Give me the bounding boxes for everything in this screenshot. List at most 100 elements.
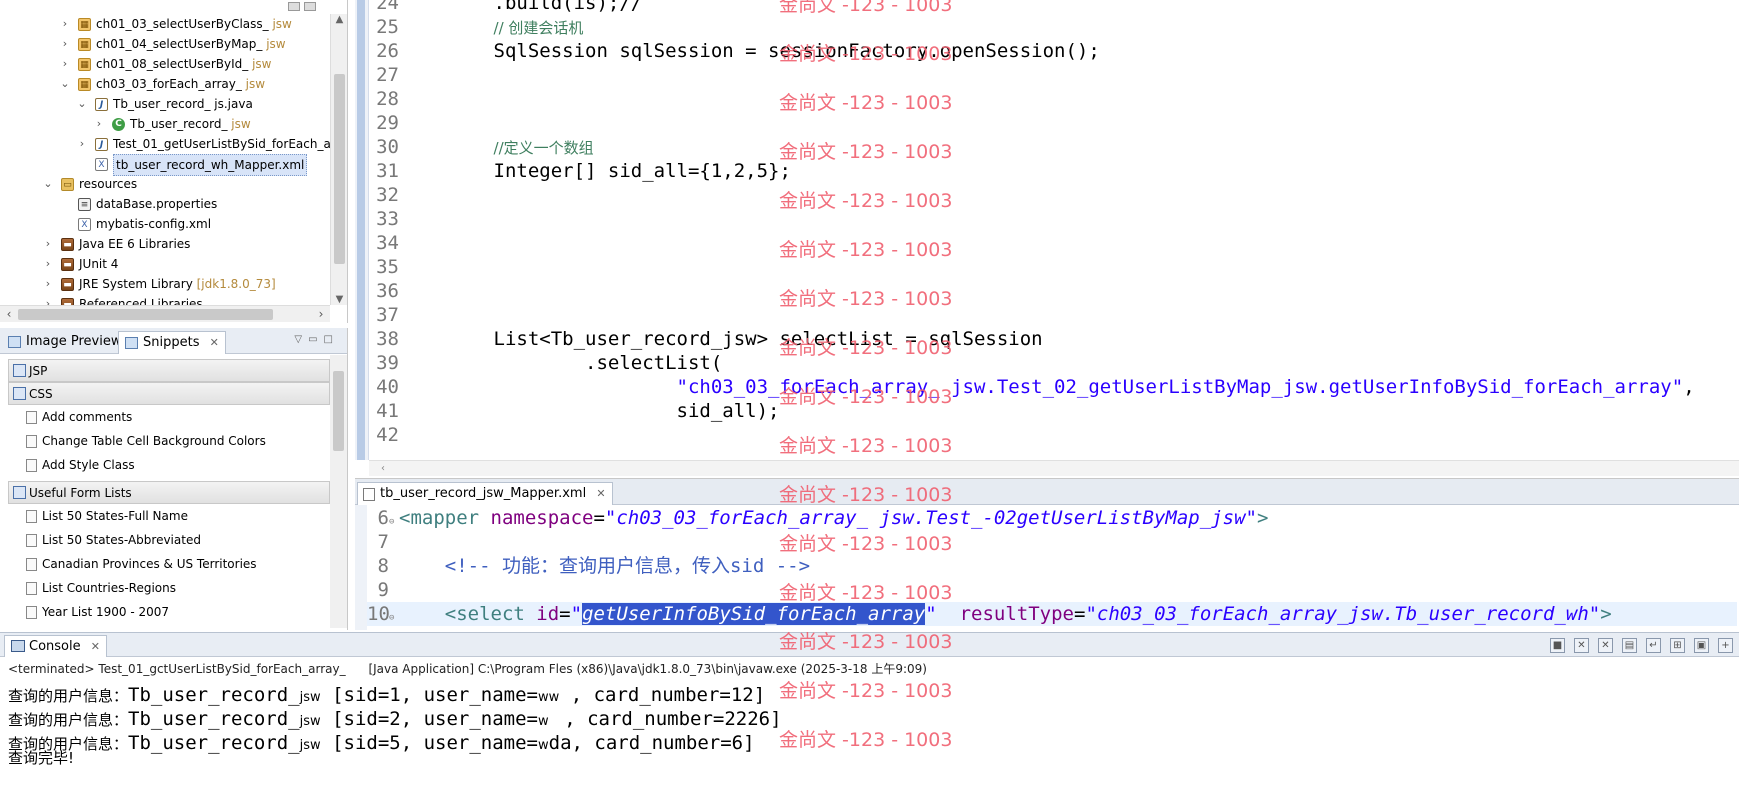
tree-item[interactable]: ⌄ ▭ resources (0, 174, 330, 194)
open-console-icon[interactable]: + (1718, 638, 1733, 653)
scroll-up-icon[interactable]: ▲ (331, 14, 347, 25)
collapsed-arrow-icon[interactable]: › (42, 274, 54, 294)
link-editor-icon[interactable] (304, 2, 316, 11)
code-line[interactable]: 40 "ch03_03_forEach_array_ jsw.Test_02_g… (369, 375, 1695, 399)
collapsed-arrow-icon[interactable]: › (59, 14, 71, 34)
drawer-jsp[interactable]: JSP (8, 359, 330, 382)
scroll-left-icon[interactable]: ‹ (2, 306, 16, 323)
tree-item[interactable]: ⌄ J Tb_user_record_ js.java (0, 94, 330, 114)
snippet-item[interactable]: Add Style Class (26, 454, 135, 477)
view-menu-icon[interactable]: ▽ (294, 334, 308, 345)
code-line[interactable]: 24 .build(is);// (369, 0, 642, 15)
minimize-icon[interactable]: ▭ (308, 334, 323, 345)
code-line[interactable]: 30 //定义一个数组 (369, 135, 594, 159)
xml-line-8[interactable]: 8 <!-- 功能：查询用户信息，传入sid --> (367, 554, 810, 578)
code-line[interactable]: 36 (369, 279, 402, 303)
scroll-right-icon[interactable]: › (314, 306, 328, 323)
code-line[interactable]: 42 (369, 423, 402, 447)
scroll-down-icon[interactable]: ▼ (331, 294, 347, 305)
drawer-useful-form-lists[interactable]: Useful Form Lists (8, 481, 330, 504)
xml-editor[interactable]: tb_user_record_jsw_Mapper.xml ✕ 6⊖ <mappe… (355, 478, 1739, 630)
close-icon[interactable]: ✕ (596, 487, 605, 500)
close-icon[interactable]: ✕ (91, 640, 100, 653)
tree-horizontal-scrollbar[interactable]: ‹ › (0, 305, 330, 322)
drawer-css[interactable]: CSS (8, 382, 330, 405)
tree-item[interactable]: ≡ dataBase.properties (0, 194, 330, 214)
snippet-item[interactable]: List 50 States-Full Name (26, 505, 188, 528)
snippet-item[interactable]: Canadian Provinces & US Territories (26, 553, 257, 576)
snippets-scrollbar[interactable] (330, 355, 347, 628)
collapsed-arrow-icon[interactable]: › (42, 234, 54, 254)
collapsed-arrow-icon[interactable]: › (76, 134, 88, 154)
drawer-label: JSP (29, 364, 48, 378)
collapse-all-icon[interactable] (288, 2, 300, 11)
tree-item[interactable]: › C Tb_user_record_ jsw (0, 114, 330, 134)
tree-item[interactable]: › ▬ JUnit 4 (0, 254, 330, 274)
code-line[interactable]: 34 (369, 231, 402, 255)
xml-line-7[interactable]: 7 (367, 530, 389, 554)
tree-item[interactable]: Xmybatis-config.xml (0, 214, 330, 234)
tree-vertical-scrollbar[interactable]: ▲ ▼ (330, 14, 347, 305)
xml-line-9[interactable]: 9 (367, 578, 389, 602)
tree-item[interactable]: ⌄ ▦ ch03_03_forEach_array_ jsw (0, 74, 330, 94)
display-console-icon[interactable]: ▣ (1694, 638, 1709, 653)
code-line[interactable]: 32 (369, 183, 402, 207)
tab-mapper-xml[interactable]: tb_user_record_jsw_Mapper.xml ✕ (357, 482, 613, 505)
close-icon[interactable]: ✕ (210, 336, 219, 349)
terminate-icon[interactable]: ■ (1550, 638, 1565, 653)
code-line[interactable]: 27 (369, 63, 402, 87)
remove-launch-icon[interactable]: ✕ (1574, 638, 1589, 653)
remove-all-icon[interactable]: ✕ (1598, 638, 1613, 653)
expanded-arrow-icon[interactable]: ⌄ (59, 74, 71, 94)
snippet-item[interactable]: List 50 States-Abbreviated (26, 529, 201, 552)
tab-console[interactable]: Console ✕ (4, 635, 107, 657)
snippet-item[interactable]: Change Table Cell Background Colors (26, 430, 266, 453)
code-line[interactable]: 39 .selectList( (369, 351, 722, 375)
tree-item[interactable]: › ▦ ch01_03_selectUserByClass_ jsw (0, 14, 330, 34)
pin-console-icon[interactable]: ⊞ (1670, 638, 1685, 653)
tree-item-label: Java EE 6 Libraries (79, 234, 190, 254)
collapsed-arrow-icon[interactable]: › (59, 54, 71, 74)
tab-image-preview[interactable]: Image Preview (2, 331, 127, 354)
scroll-thumb[interactable] (18, 309, 273, 320)
code-line[interactable]: 41 sid_all); (369, 399, 779, 423)
collapsed-arrow-icon[interactable]: › (59, 34, 71, 54)
xml-quote: " (925, 603, 937, 625)
tab-snippets[interactable]: Snippets ✕ (118, 331, 226, 354)
scroll-thumb[interactable] (334, 74, 345, 264)
editor-horizontal-scrollbar[interactable]: ‹ (369, 460, 1739, 476)
tree-item[interactable]: › ▬ JRE System Library [jdk1.8.0_73] (0, 274, 330, 294)
tree-item[interactable]: › ▬ Java EE 6 Libraries (0, 234, 330, 254)
expanded-arrow-icon[interactable]: ⌄ (76, 94, 88, 114)
code-line[interactable]: 25 // 创建会话机 (369, 15, 583, 39)
scroll-lock-icon[interactable]: ▤ (1622, 638, 1637, 653)
word-wrap-icon[interactable]: ↵ (1646, 638, 1661, 653)
expanded-arrow-icon[interactable]: ⌄ (42, 174, 54, 194)
tree-item[interactable]: Xtb_user_record_wh_Mapper.xml (0, 154, 330, 176)
xml-line-6[interactable]: 6⊖ <mapper namespace="ch03_03_forEach_arr… (367, 506, 1269, 530)
code-line[interactable]: 37 (369, 303, 402, 327)
collapsed-arrow-icon[interactable]: › (93, 114, 105, 134)
code-line[interactable]: 28 (369, 87, 402, 111)
maximize-icon[interactable]: □ (324, 334, 339, 345)
tree-item[interactable]: › ▦ ch01_08_selectUserById_ jsw (0, 54, 330, 74)
selected-text[interactable]: getUserInfoBySid_forEach_array (582, 603, 926, 625)
snippet-item[interactable]: Year List 1900 - 2007 (26, 601, 169, 624)
code-line[interactable]: 33 (369, 207, 402, 231)
xml-comment: <!-- 功能：查询用户信息，传入sid --> (399, 555, 811, 577)
code-line[interactable]: 35 (369, 255, 402, 279)
tree-item[interactable]: › ▦ ch01_04_selectUserByMap_ jsw (0, 34, 330, 54)
snippet-item[interactable]: Add comments (26, 406, 132, 429)
fold-icon[interactable]: ⊖ (389, 510, 399, 534)
collapsed-arrow-icon[interactable]: › (42, 254, 54, 274)
tree-item[interactable]: › J Test_01_getUserListBySid_forEach_arra (0, 134, 347, 154)
output-text: 查询完毕! (8, 749, 75, 767)
scroll-thumb[interactable] (333, 371, 344, 451)
fold-icon[interactable]: ⊖ (389, 606, 399, 630)
code-line[interactable]: 26 SqlSession sqlSession = sessionFactor… (369, 39, 1100, 63)
snippet-item[interactable]: List Countries-Regions (26, 577, 176, 600)
code-line[interactable]: 29 (369, 111, 402, 135)
java-editor[interactable]: 24 .build(is);//25 // 创建会话机 26 SqlSession… (355, 0, 1739, 476)
xml-line-10[interactable]: 10⊖ <select id="getUserInfoBySid_forEach… (367, 602, 1737, 626)
code-line[interactable]: 31 Integer[] sid_all={1,2,5}; (369, 159, 791, 183)
